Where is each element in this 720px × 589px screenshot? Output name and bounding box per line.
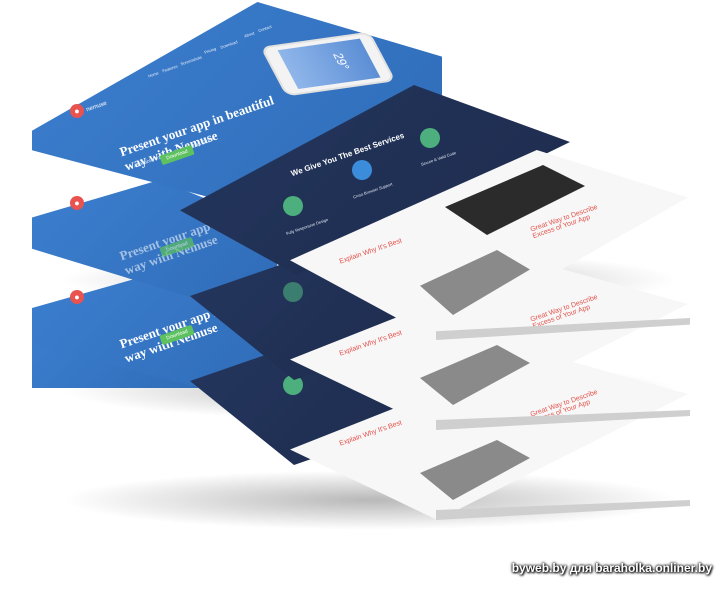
temperature-readout: 29° (329, 52, 353, 71)
watermark-text: byweb.by для baraholka.onliner.by (511, 561, 712, 575)
phone-screen: 29° (277, 38, 381, 90)
responsive-icon (283, 282, 303, 302)
logo-icon: ● (70, 290, 84, 304)
logo-icon: ● (70, 196, 84, 210)
code-icon (420, 128, 440, 148)
browser-icon (352, 160, 372, 180)
logo-icon: ● (70, 104, 84, 118)
layered-website-mockup: ● Present your app in beautiful way with… (0, 0, 720, 589)
responsive-icon (283, 196, 303, 216)
